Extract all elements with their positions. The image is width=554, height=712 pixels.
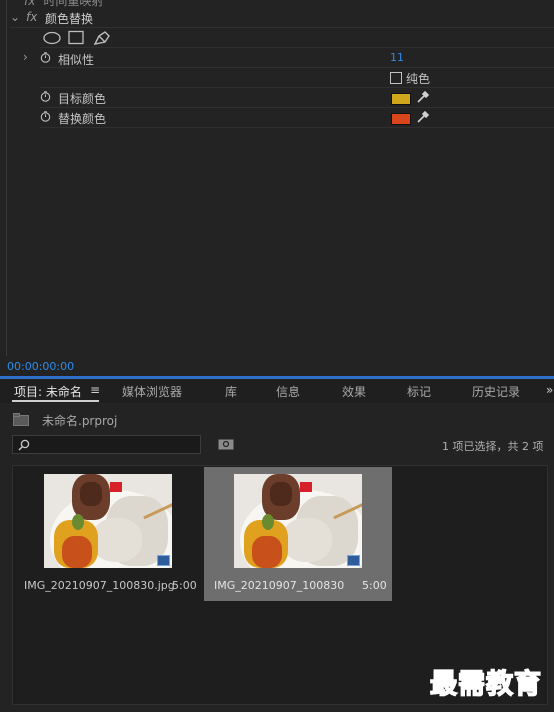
clip-duration: 5:00 xyxy=(172,579,197,592)
eyedropper-icon[interactable] xyxy=(416,90,430,104)
solid-color-checkbox[interactable] xyxy=(390,72,402,84)
panel-edge xyxy=(6,0,7,356)
clip-thumbnail[interactable] xyxy=(44,474,172,568)
stopwatch-icon[interactable] xyxy=(40,111,51,122)
tabs-overflow-icon[interactable]: » xyxy=(546,383,553,397)
eyedropper-icon[interactable] xyxy=(416,110,430,124)
replace-color-label: 替换颜色 xyxy=(58,112,107,126)
sequence-badge-icon xyxy=(347,555,360,566)
stopwatch-icon[interactable] xyxy=(40,91,51,102)
ellipse-mask-icon[interactable] xyxy=(43,31,61,45)
clip-thumbnail[interactable] xyxy=(234,474,362,568)
watermark-logo: 最需教育 xyxy=(429,668,542,701)
search-icon xyxy=(18,439,30,451)
row-divider xyxy=(40,47,554,48)
tab-history[interactable]: 历史记录 xyxy=(472,383,520,400)
pen-mask-icon[interactable] xyxy=(93,31,110,45)
still-image-badge-icon xyxy=(157,555,170,566)
search-input[interactable] xyxy=(12,435,201,454)
row-divider xyxy=(40,127,554,128)
row-divider xyxy=(10,27,554,28)
media-item[interactable]: IMG_20210907_100830.jpg 5:00 xyxy=(14,467,202,601)
replace-color-swatch[interactable] xyxy=(391,113,411,125)
row-divider xyxy=(40,87,554,88)
target-color-label: 目标颜色 xyxy=(58,92,107,106)
clip-name: IMG_20210907_100830.jpg xyxy=(24,579,175,592)
similarity-label: 相似性 xyxy=(58,53,95,67)
tab-media-browser[interactable]: 媒体浏览器 xyxy=(122,383,182,400)
fx-toggle-icon[interactable]: fx xyxy=(26,10,37,24)
row-divider xyxy=(40,107,554,108)
solid-color-label: 纯色 xyxy=(406,72,431,86)
timecode-display[interactable]: 00:00:00:00 xyxy=(7,360,74,373)
tab-info[interactable]: 信息 xyxy=(276,383,300,400)
clip-duration: 5:00 xyxy=(362,579,387,592)
rectangle-mask-icon[interactable] xyxy=(68,30,84,45)
active-tab-indicator xyxy=(12,400,99,402)
effect-name: 颜色替换 xyxy=(45,12,94,26)
stopwatch-icon[interactable] xyxy=(40,52,51,63)
row-divider xyxy=(40,67,554,68)
fx-icon: fx xyxy=(24,0,36,8)
mask-tools xyxy=(43,30,110,45)
project-file-name: 未命名.prproj xyxy=(42,414,118,428)
effect-controls-panel: fx 时间重映射 ⌄ fx 颜色替换 › 相似性 11 纯色 目标颜色 替换颜色 xyxy=(0,0,554,376)
expand-chevron-icon[interactable]: › xyxy=(23,50,28,64)
selection-status: 1 项已选择，共 2 项 xyxy=(442,440,544,453)
media-item-selected[interactable]: IMG_20210907_100830 5:00 xyxy=(204,467,392,601)
similarity-value[interactable]: 11 xyxy=(390,51,404,64)
clipped-effect-row: fx 时间重映射 xyxy=(24,0,103,9)
panel-menu-icon[interactable]: ≡ xyxy=(90,383,100,397)
tab-libraries[interactable]: 库 xyxy=(225,383,237,400)
clip-name: IMG_20210907_100830 xyxy=(214,579,345,592)
target-color-swatch[interactable] xyxy=(391,93,411,105)
new-search-bin-icon[interactable] xyxy=(218,437,234,450)
tab-project[interactable]: 项目: 未命名 xyxy=(14,383,82,400)
tab-markers[interactable]: 标记 xyxy=(407,383,431,400)
collapse-chevron-icon[interactable]: ⌄ xyxy=(10,10,20,24)
project-file-icon xyxy=(13,413,29,426)
tab-effects[interactable]: 效果 xyxy=(342,383,366,400)
